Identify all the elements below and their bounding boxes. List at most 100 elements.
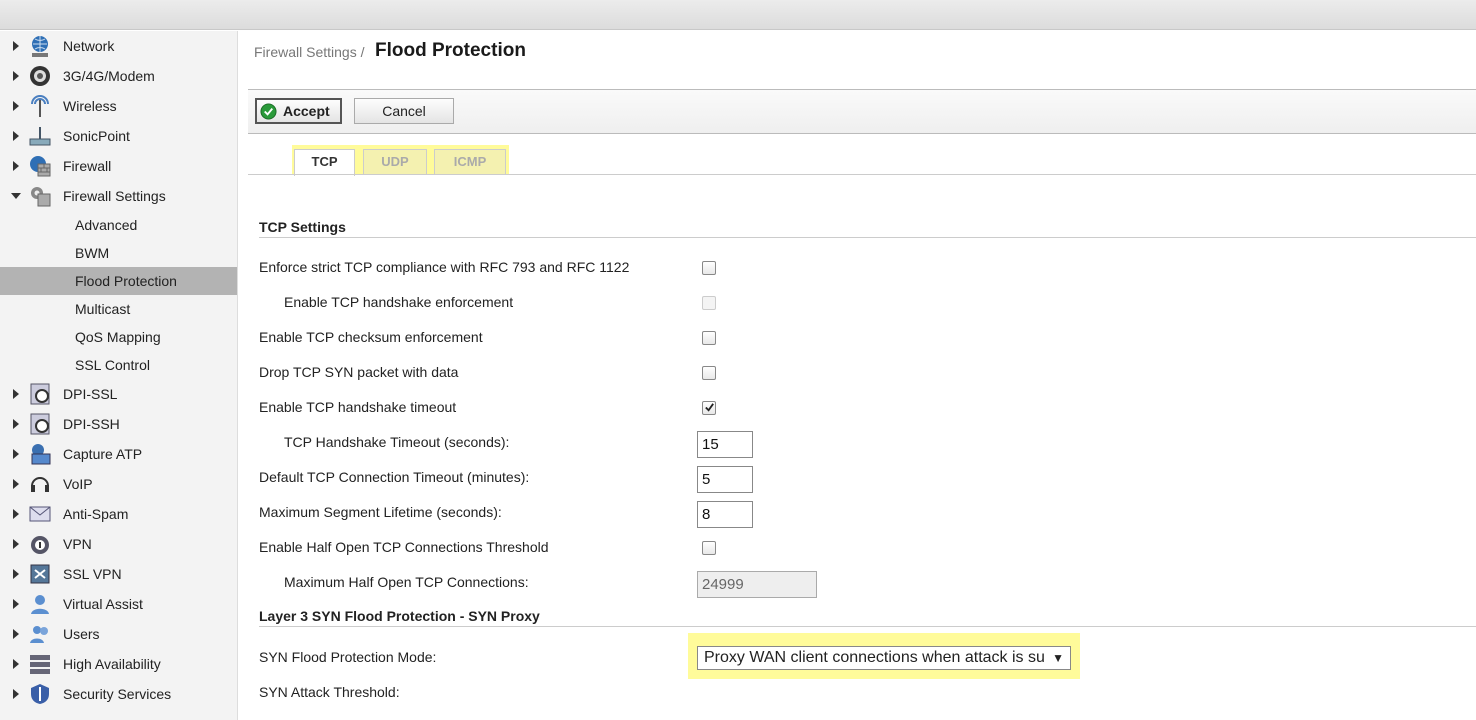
sidebar-item-label: Anti-Spam xyxy=(63,506,129,522)
sidebar-subitem-qos-mapping[interactable]: QoS Mapping xyxy=(0,323,237,351)
strict-rfc-label: Enforce strict TCP compliance with RFC 7… xyxy=(259,259,630,275)
sidebar-item-label: Firewall Settings xyxy=(63,188,166,204)
accept-button[interactable]: Accept xyxy=(255,98,342,124)
section-divider xyxy=(259,237,1476,238)
top-bar xyxy=(0,0,1476,30)
ssl-vpn-icon xyxy=(30,564,50,584)
drop-syn-label: Drop TCP SYN packet with data xyxy=(259,364,459,380)
sidebar-item-ssl-vpn[interactable]: SSL VPN xyxy=(0,559,237,589)
half-open-max-input xyxy=(697,571,817,598)
sidebar-item-users[interactable]: Users xyxy=(0,619,237,649)
sidebar-item-label: DPI-SSH xyxy=(63,416,120,432)
sidebar-subitem-label: Advanced xyxy=(75,217,138,233)
envelope-icon xyxy=(29,506,51,522)
expand-arrow-icon[interactable] xyxy=(13,101,19,111)
sidebar-item-virtual-assist[interactable]: Virtual Assist xyxy=(0,589,237,619)
dpi-lock-icon xyxy=(30,413,50,435)
antenna-icon xyxy=(31,95,49,117)
sidebar-subitem-multicast[interactable]: Multicast xyxy=(0,295,237,323)
virtual-assist-icon xyxy=(31,595,49,614)
tab-icmp[interactable]: ICMP xyxy=(434,149,506,175)
checksum-enforcement-label: Enable TCP checksum enforcement xyxy=(259,329,483,345)
page-title: Flood Protection xyxy=(375,40,526,61)
expand-arrow-icon[interactable] xyxy=(13,479,19,489)
syn-mode-select[interactable]: Proxy WAN client connections when attack… xyxy=(697,646,1071,670)
sidebar-subitem-ssl-control[interactable]: SSL Control xyxy=(0,351,237,379)
sidebar-item-label: SonicPoint xyxy=(63,128,130,144)
sidebar-item-firewall[interactable]: Firewall xyxy=(0,151,237,181)
handshake-enforcement-checkbox xyxy=(702,296,716,310)
sidebar-item-label: VoIP xyxy=(63,476,93,492)
expand-arrow-icon[interactable] xyxy=(13,539,19,549)
sidebar-item-network[interactable]: Network xyxy=(0,31,237,61)
server-stack-icon xyxy=(30,655,50,674)
syn-threshold-label: SYN Attack Threshold: xyxy=(259,684,400,700)
modem-icon xyxy=(30,66,50,86)
conn-timeout-input[interactable] xyxy=(697,466,753,493)
cancel-button[interactable]: Cancel xyxy=(354,98,454,124)
sidebar-item-label: SSL VPN xyxy=(63,566,122,582)
capture-shield-icon xyxy=(31,444,51,465)
strict-rfc-checkbox[interactable] xyxy=(702,261,716,275)
sidebar-item-label: 3G/4G/Modem xyxy=(63,68,155,84)
tab-tcp[interactable]: TCP xyxy=(294,149,355,176)
sidebar-item-dpi-ssh[interactable]: DPI-SSH xyxy=(0,409,237,439)
expand-arrow-icon[interactable] xyxy=(13,629,19,639)
tab-divider xyxy=(248,174,1476,175)
sidebar-item-firewall-settings[interactable]: Firewall Settings xyxy=(0,181,237,211)
expand-arrow-icon[interactable] xyxy=(13,71,19,81)
expand-arrow-icon[interactable] xyxy=(13,449,19,459)
msl-input[interactable] xyxy=(697,501,753,528)
sidebar-item-label: Security Services xyxy=(63,686,172,702)
sidebar-item-sonicpoint[interactable]: SonicPoint xyxy=(0,121,237,151)
sidebar-item-capture-atp[interactable]: Capture ATP xyxy=(0,439,237,469)
handshake-timeout-enable-label: Enable TCP handshake timeout xyxy=(259,399,457,415)
expand-arrow-icon[interactable] xyxy=(13,689,19,699)
expand-arrow-icon[interactable] xyxy=(13,161,19,171)
sidebar-subitem-bwm[interactable]: BWM xyxy=(0,239,237,267)
settings-gears-icon xyxy=(31,187,51,207)
sidebar-item-modem[interactable]: 3G/4G/Modem xyxy=(0,61,237,91)
sidebar-subitem-advanced[interactable]: Advanced xyxy=(0,211,237,239)
sidebar-item-label: Virtual Assist xyxy=(63,596,143,612)
sidebar-item-label: Capture ATP xyxy=(63,446,143,462)
breadcrumb[interactable]: Firewall Settings / xyxy=(254,44,364,60)
msl-label: Maximum Segment Lifetime (seconds): xyxy=(259,504,502,520)
main-content: Firewall Settings / Flood Protection Acc… xyxy=(248,31,1476,720)
expand-arrow-icon[interactable] xyxy=(13,389,19,399)
firewall-globe-icon xyxy=(30,156,51,177)
half-open-enable-label: Enable Half Open TCP Connections Thresho… xyxy=(259,539,549,555)
handshake-timeout-enable-checkbox[interactable] xyxy=(702,401,716,415)
sidebar-item-label: VPN xyxy=(63,536,92,552)
sidebar-item-anti-spam[interactable]: Anti-Spam xyxy=(0,499,237,529)
drop-syn-checkbox[interactable] xyxy=(702,366,716,380)
expand-arrow-icon[interactable] xyxy=(13,599,19,609)
expand-arrow-icon[interactable] xyxy=(13,569,19,579)
half-open-enable-checkbox[interactable] xyxy=(702,541,716,555)
handshake-timeout-input[interactable] xyxy=(697,431,753,458)
sidebar-item-label: DPI-SSL xyxy=(63,386,118,402)
sidebar-subitem-label: Multicast xyxy=(75,301,131,317)
tcp-settings-title: TCP Settings xyxy=(259,219,346,235)
expand-arrow-icon[interactable] xyxy=(13,419,19,429)
expand-arrow-icon[interactable] xyxy=(13,41,19,51)
sidebar-item-high-availability[interactable]: High Availability xyxy=(0,649,237,679)
sidebar-item-security-services[interactable]: Security Services xyxy=(0,679,237,709)
syn-mode-label: SYN Flood Protection Mode: xyxy=(259,649,437,665)
vpn-lock-icon xyxy=(31,536,49,554)
collapse-arrow-icon[interactable] xyxy=(11,193,21,199)
tab-udp[interactable]: UDP xyxy=(363,149,427,175)
expand-arrow-icon[interactable] xyxy=(13,659,19,669)
expand-arrow-icon[interactable] xyxy=(13,509,19,519)
sidebar-item-wireless[interactable]: Wireless xyxy=(0,91,237,121)
check-circle-icon xyxy=(260,103,277,120)
sidebar-item-vpn[interactable]: VPN xyxy=(0,529,237,559)
sidebar-item-label: Wireless xyxy=(63,98,117,114)
checkmark-icon xyxy=(705,403,714,412)
expand-arrow-icon[interactable] xyxy=(13,131,19,141)
sidebar-item-dpi-ssl[interactable]: DPI-SSL xyxy=(0,379,237,409)
toolbar: Accept Cancel xyxy=(248,89,1476,134)
sidebar-subitem-flood-protection[interactable]: Flood Protection xyxy=(0,267,237,295)
checksum-enforcement-checkbox[interactable] xyxy=(702,331,716,345)
sidebar-item-voip[interactable]: VoIP xyxy=(0,469,237,499)
